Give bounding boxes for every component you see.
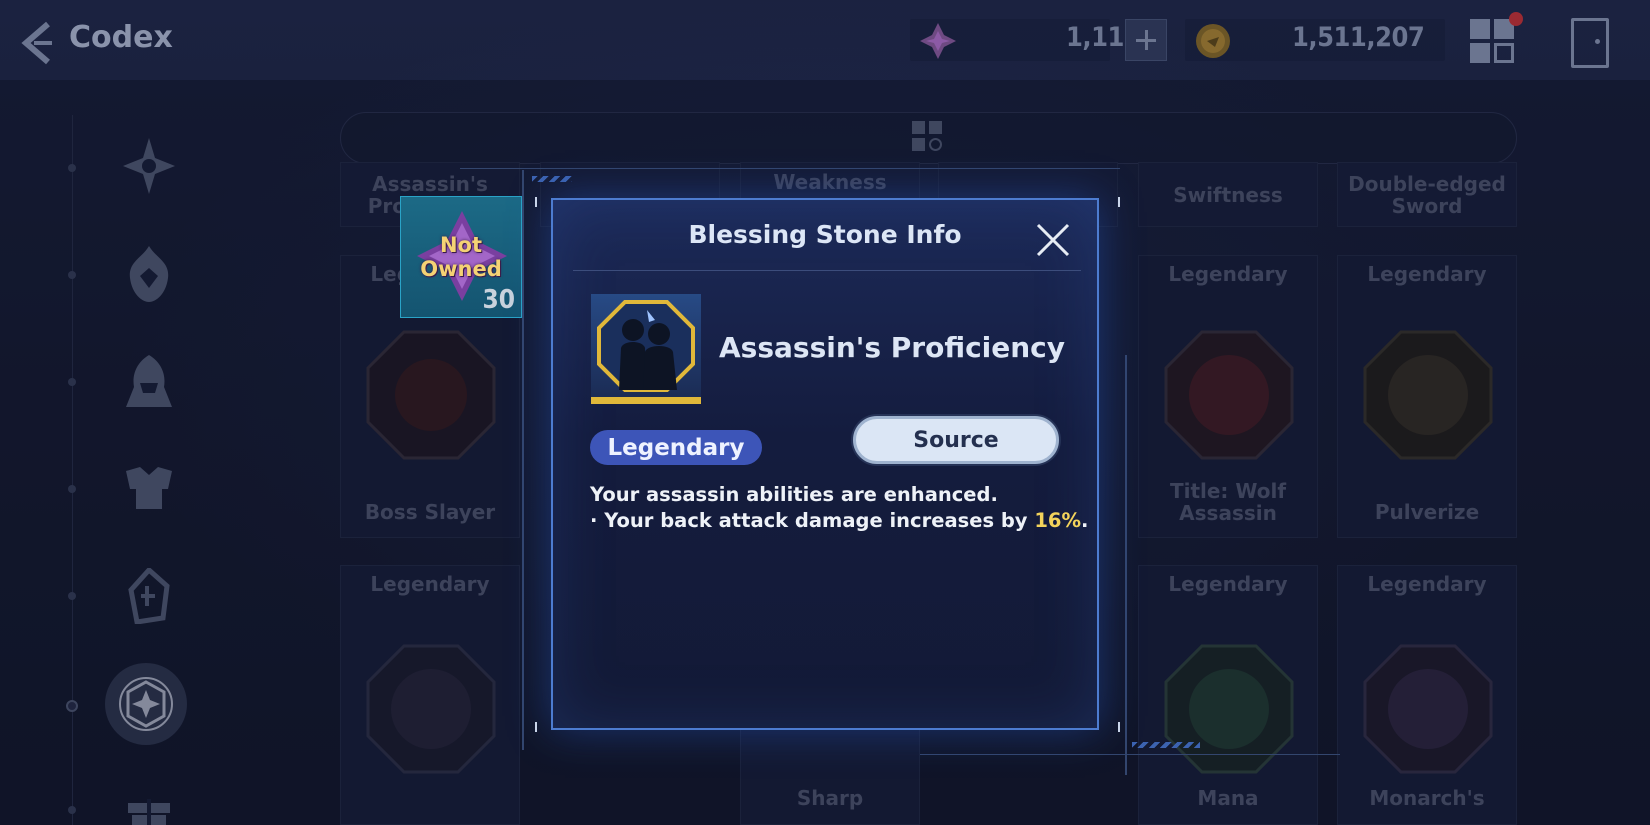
- description-suffix: .: [1081, 509, 1089, 532]
- item-description: Your assassin abilities are enhanced. · …: [590, 482, 1088, 534]
- description-line-2-text: · Your back attack damage increases by: [590, 509, 1035, 532]
- corner-marker: [535, 722, 545, 732]
- menu-grid-icon[interactable]: [1470, 19, 1518, 67]
- description-line-1: Your assassin abilities are enhanced.: [590, 483, 998, 506]
- frame-line: [460, 168, 1120, 169]
- frame-line: [920, 754, 1340, 755]
- rarity-badge: Legendary: [590, 430, 762, 465]
- modal-divider: [573, 270, 1081, 271]
- blessing-stone-info-modal: Blessing Stone Info Assassin's Proficien…: [551, 198, 1099, 730]
- corner-marker: [1110, 722, 1120, 732]
- notification-badge: [1509, 12, 1523, 26]
- item-name: Assassin's Proficiency: [719, 331, 1066, 364]
- damage-value: 16%: [1034, 509, 1081, 532]
- frame-line: [1125, 355, 1127, 775]
- back-arrow-icon[interactable]: [18, 20, 58, 66]
- gold-count: 1,511,207: [1292, 22, 1425, 53]
- exit-door-icon[interactable]: [1571, 18, 1609, 68]
- not-owned-label: Not Owned: [420, 233, 502, 281]
- corner-marker: [1110, 197, 1120, 207]
- item-portrait: [591, 294, 701, 404]
- top-bar: Codex 1,117 1,511,207: [0, 0, 1650, 80]
- hatch-decoration: [532, 176, 572, 182]
- frame-line: [522, 170, 524, 750]
- description-line-2: · Your back attack damage increases by 1…: [590, 508, 1088, 534]
- corner-marker: [535, 197, 545, 207]
- gem-icon: [920, 23, 956, 59]
- page-title: Codex: [69, 20, 173, 55]
- assassins-silhouette-icon: [597, 300, 695, 392]
- source-button[interactable]: Source: [853, 416, 1059, 464]
- add-gems-button[interactable]: [1125, 19, 1167, 61]
- owned-count: 30: [482, 285, 515, 315]
- modal-title: Blessing Stone Info: [688, 220, 962, 249]
- gold-coin-icon: [1196, 24, 1230, 58]
- not-owned-badge: Not Owned 30: [400, 196, 522, 318]
- close-icon[interactable]: [1035, 222, 1071, 258]
- hatch-decoration: [1132, 742, 1200, 748]
